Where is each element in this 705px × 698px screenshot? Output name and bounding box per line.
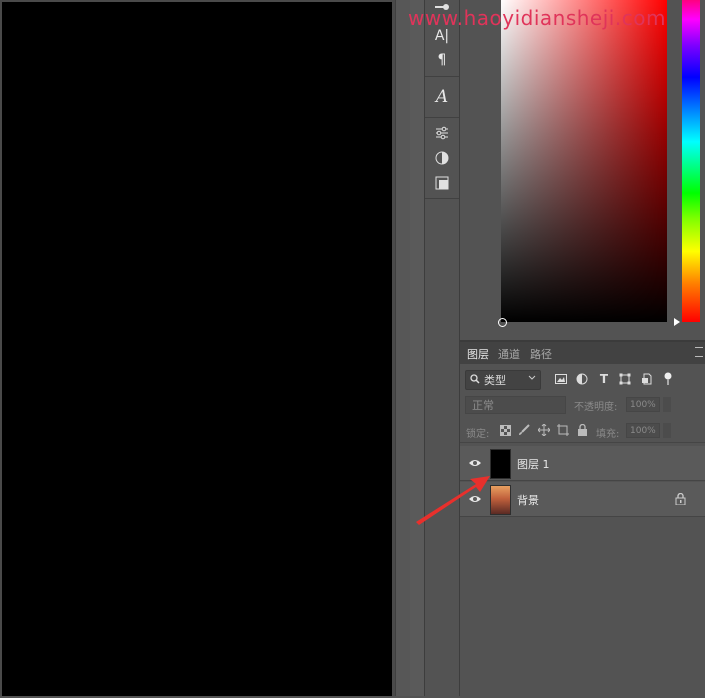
smart-object-filter-icon[interactable] — [639, 371, 655, 387]
eye-icon[interactable] — [468, 456, 482, 470]
adjustment-filter-icon[interactable] — [574, 371, 590, 387]
panel-gutter — [410, 0, 425, 696]
layer-thumbnail[interactable] — [490, 449, 511, 479]
opacity-field[interactable]: 100% — [626, 397, 660, 412]
hue-slider[interactable] — [682, 0, 700, 322]
layers-panel-tabs: 图层 通道 路径 — [460, 342, 705, 364]
paragraph-panel-label: ¶ — [437, 52, 447, 68]
fill-field[interactable]: 100% — [626, 423, 660, 438]
tab-channels[interactable]: 通道 — [498, 346, 520, 362]
chevron-down-icon — [528, 372, 536, 387]
styles-icon[interactable] — [430, 147, 454, 169]
paragraph-panel-icon[interactable]: ¶ — [430, 49, 454, 71]
shape-filter-icon[interactable] — [617, 371, 633, 387]
lock-artboard-icon[interactable] — [556, 423, 570, 437]
blend-opacity-row: 正常 不透明度: 100% — [460, 394, 705, 416]
canvas-vertical-scrollbar[interactable] — [395, 0, 411, 696]
lock-transparent-icon[interactable] — [498, 423, 512, 437]
fill-label: 填充: — [596, 429, 620, 440]
filter-kind-select[interactable]: 类型 — [465, 370, 541, 390]
layer-filter-row: 类型 T — [460, 368, 705, 392]
lock-position-move-icon[interactable] — [537, 423, 551, 437]
adjustments-icon[interactable] — [430, 122, 454, 144]
lock-icon[interactable] — [675, 492, 687, 506]
color-picker-panel: www.haoyidiansheji.com — [408, 0, 705, 340]
lock-all-icon[interactable] — [575, 423, 589, 437]
panel-group-glyphs: A — [425, 77, 459, 118]
lock-label: 锁定: — [466, 429, 490, 440]
blend-mode-select[interactable]: 正常 — [465, 396, 566, 414]
glyphs-icon[interactable]: A — [430, 86, 454, 108]
layer-row-layer1[interactable]: 图层 1 — [460, 446, 705, 481]
lock-pixels-brush-icon[interactable] — [517, 423, 531, 437]
character-panel-label: A| — [434, 28, 450, 44]
hue-slider-handle[interactable] — [674, 318, 680, 326]
layers-panel: 图层 通道 路径 类型 T 正常 不透明度: 100% 锁定: 填充: 100%… — [460, 340, 705, 698]
document-canvas[interactable] — [2, 2, 392, 696]
tab-layers[interactable]: 图层 — [467, 346, 489, 362]
annotation-arrow — [416, 476, 490, 525]
color-picker-cursor[interactable] — [498, 318, 507, 327]
tab-paths[interactable]: 路径 — [530, 346, 552, 362]
document-canvas-area — [0, 0, 411, 696]
layer-name[interactable]: 图层 1 — [517, 456, 550, 472]
panel-group-adjust — [425, 118, 459, 199]
layer-row-background[interactable]: 背景 — [460, 482, 705, 517]
layer-name[interactable]: 背景 — [517, 492, 539, 508]
saturation-brightness-field[interactable] — [501, 0, 667, 322]
watermark-text: www.haoyidiansheji.com — [408, 6, 666, 30]
libraries-icon[interactable] — [430, 172, 454, 194]
type-filter-icon[interactable]: T — [596, 371, 612, 387]
panel-menu-icon[interactable] — [695, 347, 703, 357]
right-panel-dock: www.haoyidiansheji.com 图层 通道 路径 类型 T 正常 … — [408, 0, 705, 698]
opacity-label: 不透明度: — [574, 402, 618, 413]
glyphs-panel-label: A — [435, 87, 449, 107]
search-icon — [470, 373, 480, 387]
layer-thumbnail[interactable] — [490, 485, 511, 515]
opacity-slider-toggle[interactable] — [663, 397, 671, 412]
filter-kind-label: 类型 — [484, 374, 506, 387]
lock-row: 锁定: 填充: 100% — [460, 420, 705, 443]
collapsed-panels-strip: A| ¶ A — [425, 0, 460, 696]
filter-toggle-icon[interactable] — [660, 371, 676, 387]
pixel-filter-icon[interactable] — [553, 371, 569, 387]
fill-slider-toggle[interactable] — [663, 423, 671, 438]
